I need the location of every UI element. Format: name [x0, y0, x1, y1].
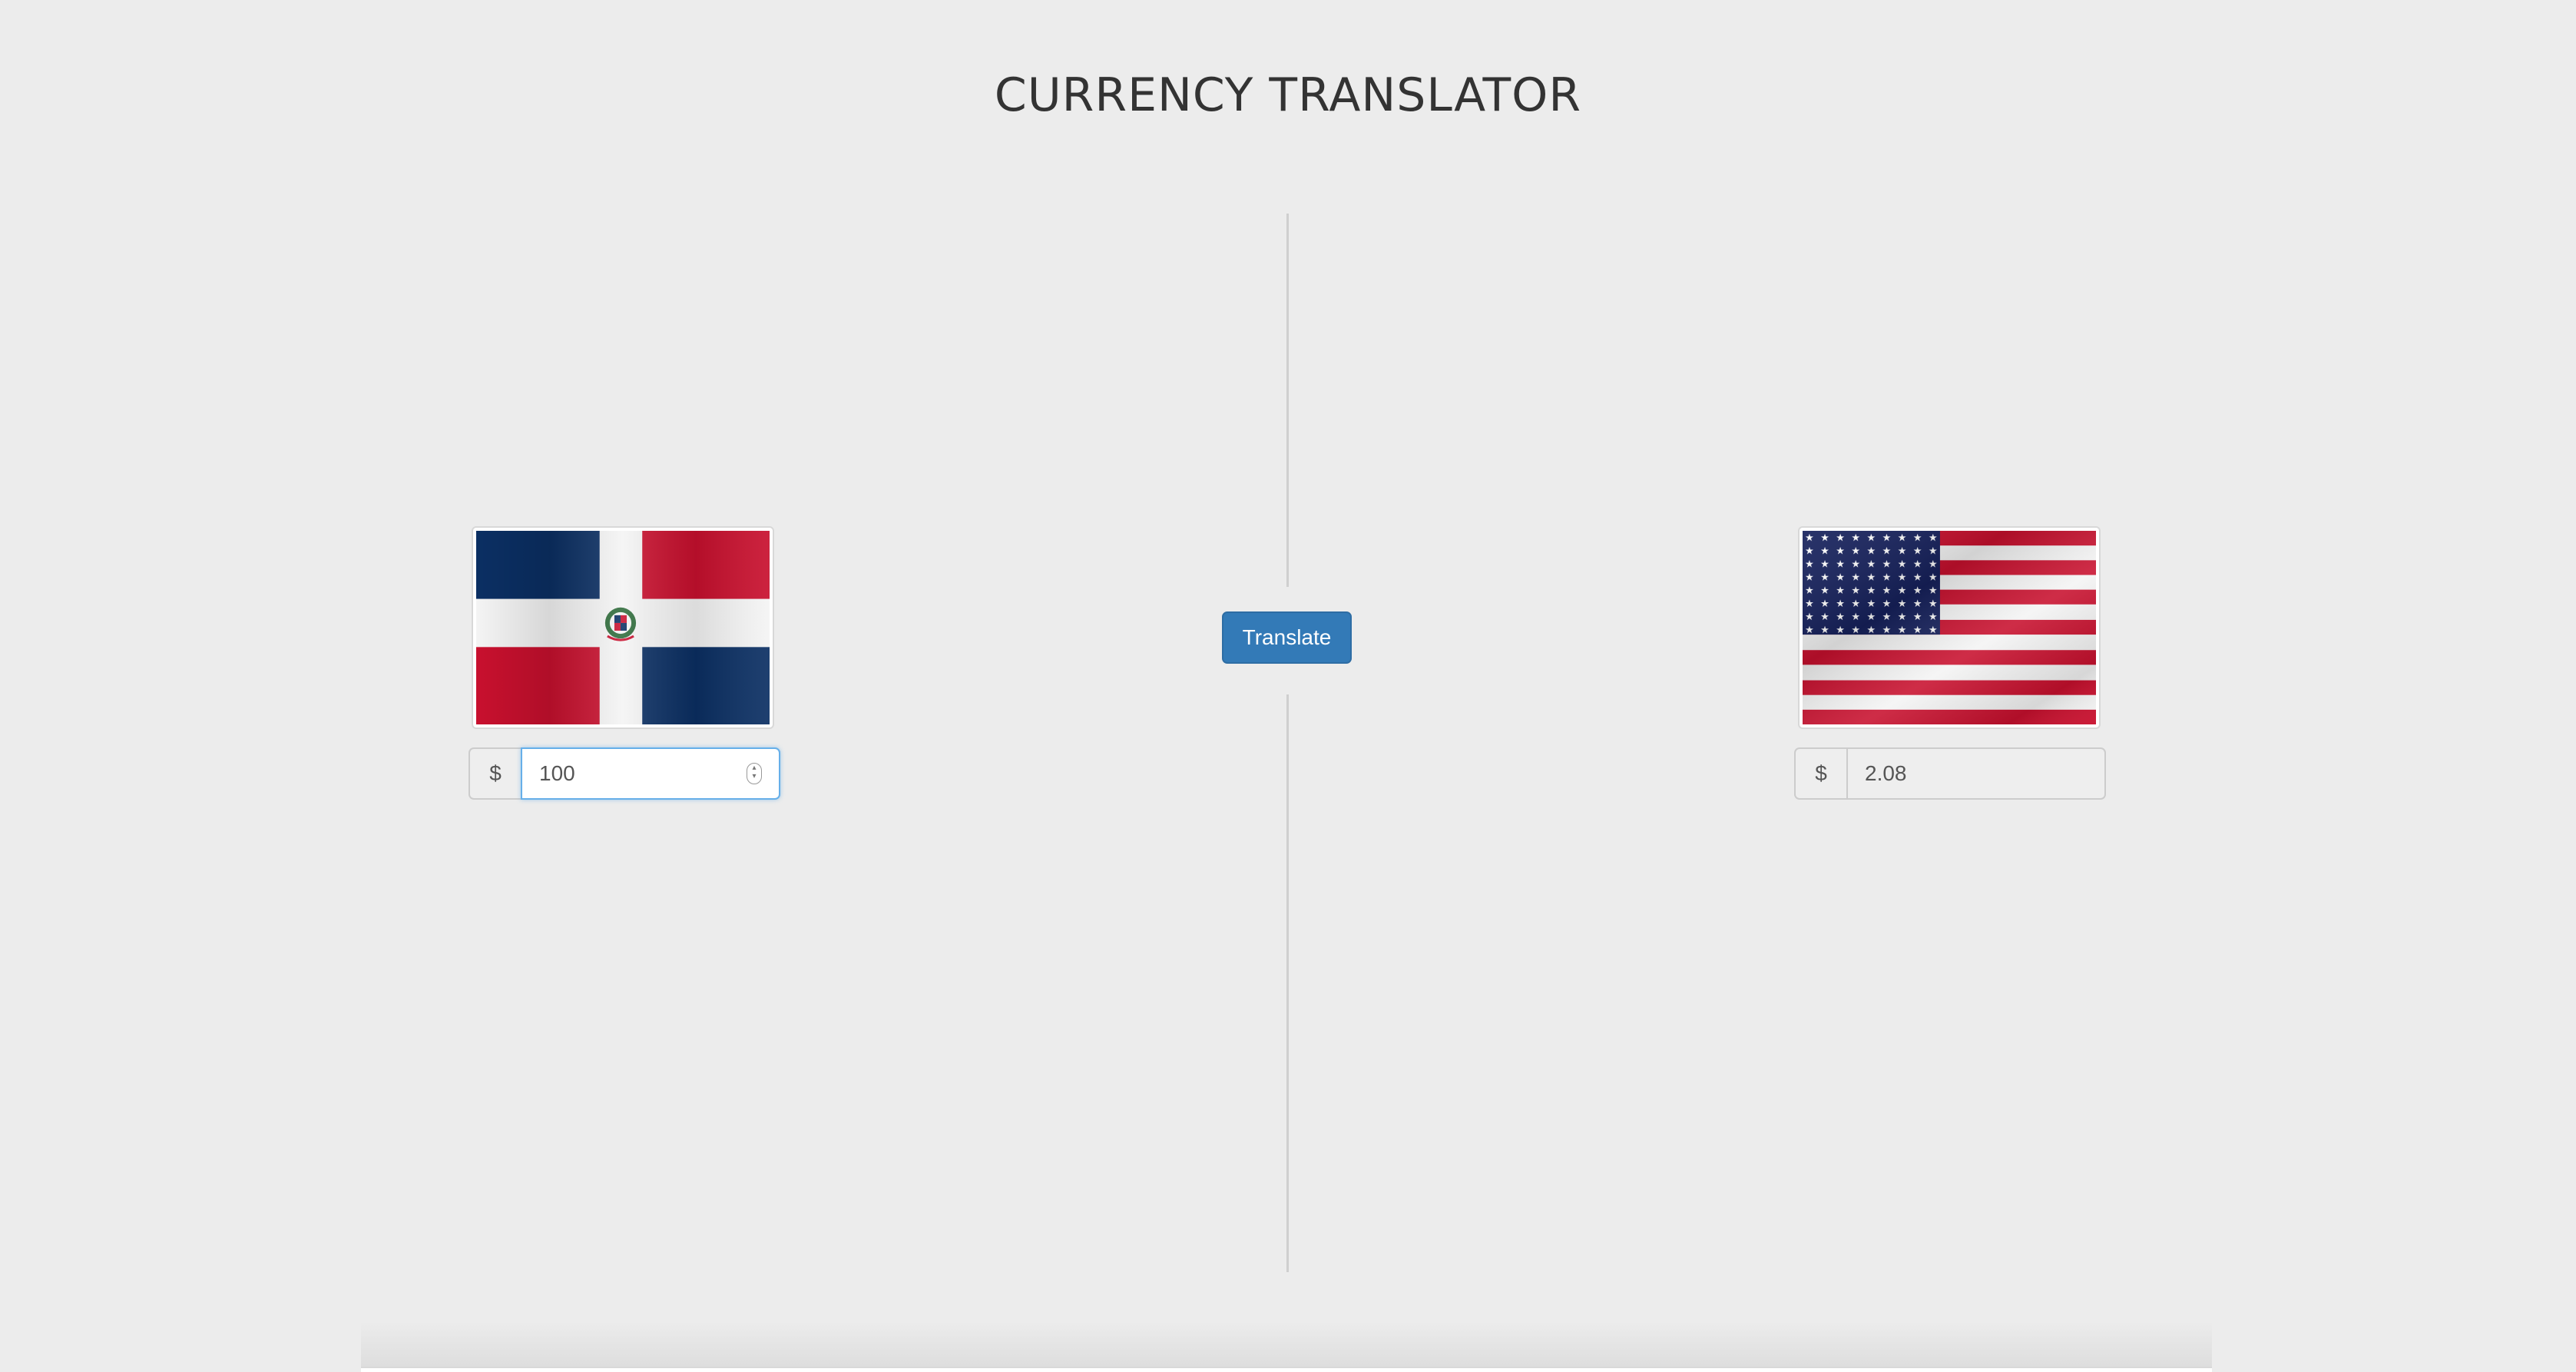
footer-edge: [361, 1367, 2212, 1372]
united-states-flag-icon: ★: [1798, 526, 2101, 729]
source-amount-input[interactable]: 100 ▴ ▾: [521, 747, 780, 800]
number-spinner-icon[interactable]: ▴ ▾: [747, 763, 762, 784]
footer-shadow: [361, 1321, 2212, 1370]
source-amount-value: 100: [539, 761, 575, 785]
page-title: CURRENCY TRANSLATOR: [994, 68, 1582, 122]
vertical-divider-bottom: [1286, 694, 1289, 1272]
vertical-divider-top: [1286, 214, 1289, 587]
source-currency-symbol: $: [469, 747, 521, 800]
dominican-republic-flag-icon: [472, 526, 774, 729]
target-amount-group: $ 2.08: [1794, 747, 2106, 800]
target-amount-value: 2.08: [1865, 761, 1907, 785]
target-currency-symbol: $: [1794, 747, 1846, 800]
source-amount-group: $ 100 ▴ ▾: [469, 747, 780, 800]
translate-button[interactable]: Translate: [1222, 611, 1352, 664]
target-amount-output: 2.08: [1846, 747, 2106, 800]
